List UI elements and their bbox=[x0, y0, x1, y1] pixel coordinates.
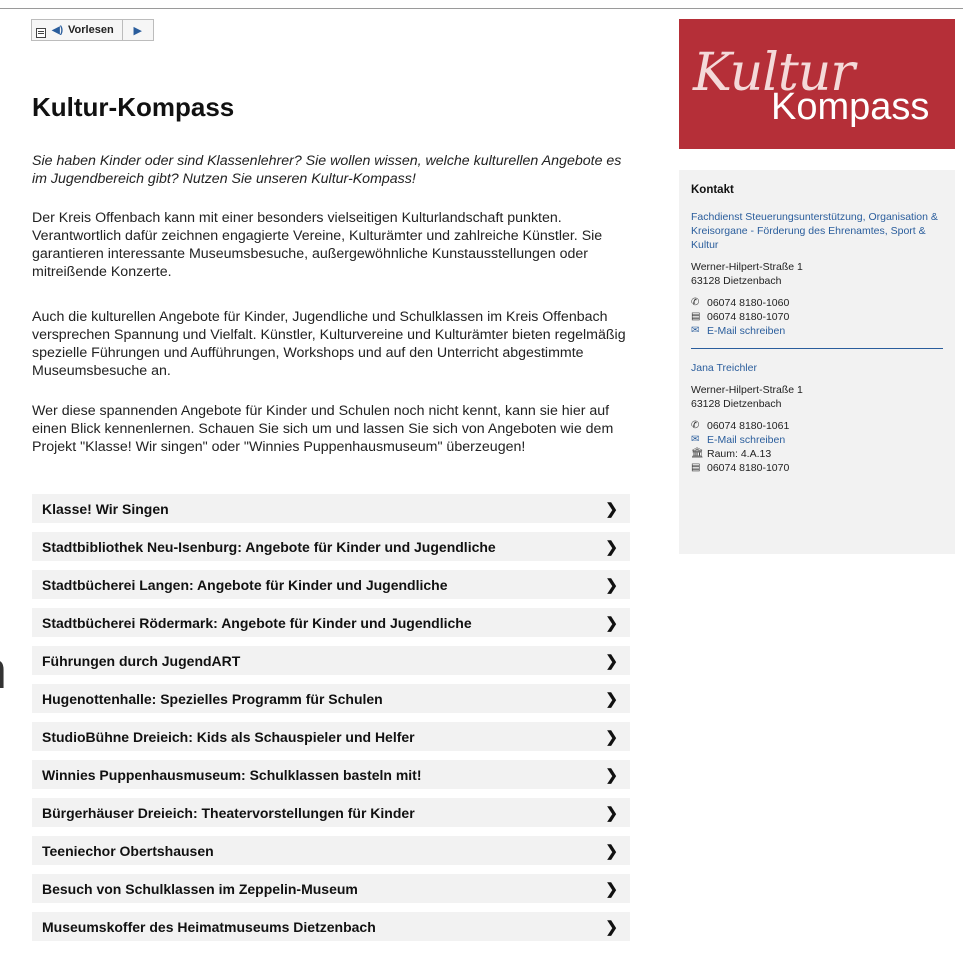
fax-icon: ▤ bbox=[691, 311, 701, 322]
department-link[interactable]: Fachdienst Steuerungsunterstützung, Orga… bbox=[691, 210, 943, 252]
accordion-item[interactable]: Museumskoffer des Heimatmuseums Dietzenb… bbox=[32, 912, 630, 941]
readspeaker-toolbar: ◀) Vorlesen ▶ bbox=[31, 19, 154, 41]
chevron-right-icon: ❯ bbox=[605, 500, 618, 518]
chevron-right-icon: ❯ bbox=[605, 842, 618, 860]
street: Werner-Hilpert-Straße 1 bbox=[691, 384, 803, 396]
accordion-item-label: Teeniechor Obertshausen bbox=[42, 842, 214, 859]
chevron-right-icon: ❯ bbox=[605, 766, 618, 784]
kultur-kompass-logo: Kultur Kompass bbox=[679, 19, 955, 149]
fax-number: 06074 8180-1070 bbox=[707, 462, 790, 474]
chevron-right-icon: ❯ bbox=[605, 576, 618, 594]
chevron-right-icon: ❯ bbox=[605, 614, 618, 632]
street: Werner-Hilpert-Straße 1 bbox=[691, 261, 803, 273]
speaker-icon: ◀) bbox=[52, 24, 64, 36]
phone-icon: ✆ bbox=[691, 420, 700, 431]
accordion-item-label: Klasse! Wir Singen bbox=[42, 500, 169, 517]
envelope-icon: ✉ bbox=[691, 325, 700, 336]
phone-row: ✆ 06074 8180-1060 bbox=[691, 296, 943, 310]
paragraph: Auch die kulturellen Angebote für Kinder… bbox=[32, 309, 626, 379]
envelope-icon: ✉ bbox=[691, 434, 700, 445]
accordion-item-label: Museumskoffer des Heimatmuseums Dietzenb… bbox=[42, 918, 376, 935]
city: 63128 Dietzenbach bbox=[691, 275, 782, 287]
intro-text: Sie haben Kinder oder sind Klassenlehrer… bbox=[32, 153, 622, 187]
accordion-item-label: Stadtbücherei Langen: Angebote für Kinde… bbox=[42, 576, 448, 593]
chevron-right-icon: ❯ bbox=[605, 652, 618, 670]
accordion-item-label: Winnies Puppenhausmuseum: Schulklassen b… bbox=[42, 766, 422, 783]
accordion-item-label: Hugenottenhalle: Spezielles Programm für… bbox=[42, 690, 383, 707]
phone-number: 06074 8180-1061 bbox=[707, 420, 790, 432]
address-block: Werner-Hilpert-Straße 1 63128 Dietzenbac… bbox=[691, 260, 943, 288]
city: 63128 Dietzenbach bbox=[691, 398, 782, 410]
offer-accordion: Klasse! Wir Singen ❯ Stadtbibliothek Neu-… bbox=[32, 494, 630, 950]
paragraph: Wer diese spannenden Angebote für Kinder… bbox=[32, 403, 614, 455]
chevron-right-icon: ❯ bbox=[605, 538, 618, 556]
accordion-item[interactable]: Stadtbibliothek Neu-Isenburg: Angebote f… bbox=[32, 532, 630, 561]
accordion-item[interactable]: Winnies Puppenhausmuseum: Schulklassen b… bbox=[32, 760, 630, 789]
contact-divider bbox=[691, 348, 943, 349]
play-icon: ▶ bbox=[133, 24, 142, 37]
chevron-right-icon: ❯ bbox=[605, 880, 618, 898]
accordion-item[interactable]: Hugenottenhalle: Spezielles Programm für… bbox=[32, 684, 630, 713]
phone-number: 06074 8180-1060 bbox=[707, 297, 790, 309]
fax-icon: ▤ bbox=[691, 462, 701, 473]
fax-row: ▤ 06074 8180-1070 bbox=[691, 461, 943, 475]
phone-row: ✆ 06074 8180-1061 bbox=[691, 419, 943, 433]
accordion-item-label: Stadtbibliothek Neu-Isenburg: Angebote f… bbox=[42, 538, 496, 555]
logo-text-kompass: Kompass bbox=[771, 86, 930, 128]
chevron-right-icon: ❯ bbox=[605, 728, 618, 746]
accordion-item-label: StudioBühne Dreieich: Kids als Schauspie… bbox=[42, 728, 415, 745]
top-divider bbox=[0, 8, 963, 9]
contact-box: Kontakt Fachdienst Steuerungsunterstützu… bbox=[679, 170, 955, 554]
accordion-item-label: Bürgerhäuser Dreieich: Theatervorstellun… bbox=[42, 804, 415, 821]
accordion-item[interactable]: Teeniechor Obertshausen ❯ bbox=[32, 836, 630, 865]
email-link[interactable]: E-Mail schreiben bbox=[707, 324, 785, 338]
accordion-item[interactable]: Stadtbücherei Rödermark: Angebote für Ki… bbox=[32, 608, 630, 637]
email-row: ✉ E-Mail schreiben bbox=[691, 324, 943, 338]
fax-row: ▤ 06074 8180-1070 bbox=[691, 310, 943, 324]
room-number: Raum: 4.A.13 bbox=[707, 448, 772, 460]
accordion-item-label: Führungen durch JugendART bbox=[42, 652, 241, 669]
read-aloud-label: Vorlesen bbox=[68, 24, 114, 36]
fax-number: 06074 8180-1070 bbox=[707, 311, 790, 323]
accordion-item[interactable]: Klasse! Wir Singen ❯ bbox=[32, 494, 630, 523]
accordion-item[interactable]: Führungen durch JugendART ❯ bbox=[32, 646, 630, 675]
contact-person-link[interactable]: Jana Treichler bbox=[691, 361, 943, 375]
page-title: Kultur-Kompass bbox=[32, 92, 235, 122]
overflow-glyph: n bbox=[0, 645, 7, 697]
document-icon bbox=[36, 28, 46, 38]
accordion-item[interactable]: Bürgerhäuser Dreieich: Theatervorstellun… bbox=[32, 798, 630, 827]
contact-heading: Kontakt bbox=[691, 184, 734, 196]
phone-icon: ✆ bbox=[691, 297, 700, 308]
accordion-item-label: Besuch von Schulklassen im Zeppelin-Muse… bbox=[42, 880, 358, 897]
address-block: Werner-Hilpert-Straße 1 63128 Dietzenbac… bbox=[691, 383, 943, 411]
chevron-right-icon: ❯ bbox=[605, 804, 618, 822]
room-row: 🏛 Raum: 4.A.13 bbox=[691, 447, 943, 461]
accordion-item[interactable]: Besuch von Schulklassen im Zeppelin-Muse… bbox=[32, 874, 630, 903]
paragraph: Der Kreis Offenbach kann mit einer beson… bbox=[32, 210, 603, 280]
read-aloud-button[interactable]: ◀) Vorlesen bbox=[32, 20, 123, 40]
accordion-item-label: Stadtbücherei Rödermark: Angebote für Ki… bbox=[42, 614, 472, 631]
accordion-item[interactable]: Stadtbücherei Langen: Angebote für Kinde… bbox=[32, 570, 630, 599]
play-button[interactable]: ▶ bbox=[123, 20, 153, 40]
accordion-item[interactable]: StudioBühne Dreieich: Kids als Schauspie… bbox=[32, 722, 630, 751]
chevron-right-icon: ❯ bbox=[605, 690, 618, 708]
chevron-right-icon: ❯ bbox=[605, 918, 618, 936]
email-row: ✉ E-Mail schreiben bbox=[691, 433, 943, 447]
building-icon: 🏛 bbox=[691, 448, 704, 459]
email-link[interactable]: E-Mail schreiben bbox=[707, 433, 785, 447]
